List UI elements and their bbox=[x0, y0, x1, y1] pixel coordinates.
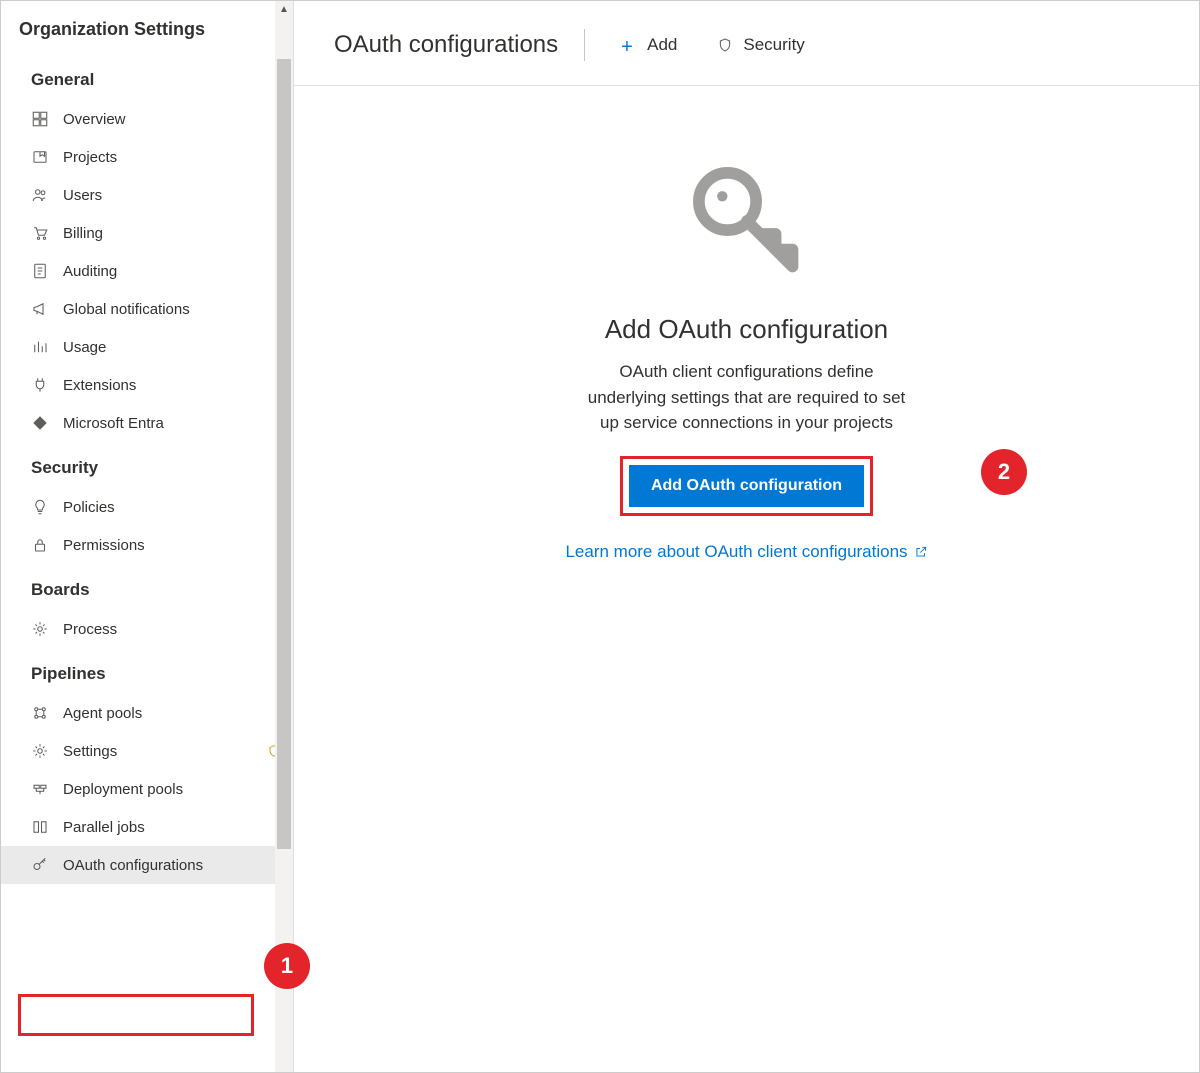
gear-icon bbox=[31, 742, 49, 760]
sidebar-item-settings[interactable]: Settings bbox=[1, 732, 293, 770]
external-link-icon bbox=[914, 545, 928, 559]
users-icon bbox=[31, 186, 49, 204]
security-label: Security bbox=[743, 35, 804, 55]
section-header-security: Security bbox=[1, 442, 293, 488]
entra-icon bbox=[31, 414, 49, 432]
sidebar-scroll[interactable]: General Overview Projects Users bbox=[1, 54, 293, 1072]
parallel-icon bbox=[31, 818, 49, 836]
sidebar-item-billing[interactable]: Billing bbox=[1, 214, 293, 252]
nav-label: Settings bbox=[63, 743, 269, 760]
key-icon bbox=[31, 856, 49, 874]
annotation-box-2: Add OAuth configuration bbox=[620, 456, 873, 516]
deployment-icon bbox=[31, 780, 49, 798]
sidebar-item-parallel-jobs[interactable]: Parallel jobs bbox=[1, 808, 293, 846]
sidebar-item-projects[interactable]: Projects bbox=[1, 138, 293, 176]
sidebar-item-oauth-configurations[interactable]: OAuth configurations bbox=[1, 846, 293, 884]
nav-label: Policies bbox=[63, 499, 281, 516]
sidebar-item-deployment-pools[interactable]: Deployment pools bbox=[1, 770, 293, 808]
sidebar: ▲ Organization Settings General Overview… bbox=[1, 1, 294, 1072]
sidebar-item-policies[interactable]: Policies bbox=[1, 488, 293, 526]
nav-label: Global notifications bbox=[63, 301, 281, 318]
scrollbar-track[interactable] bbox=[275, 19, 293, 1072]
chart-icon bbox=[31, 338, 49, 356]
projects-icon bbox=[31, 148, 49, 166]
page-title: OAuth configurations bbox=[334, 31, 558, 59]
nav-label: Process bbox=[63, 621, 281, 638]
sidebar-item-global-notifications[interactable]: Global notifications bbox=[1, 290, 293, 328]
sidebar-item-users[interactable]: Users bbox=[1, 176, 293, 214]
add-button[interactable]: + Add bbox=[611, 31, 687, 59]
section-header-general: General bbox=[1, 54, 293, 100]
sidebar-item-usage[interactable]: Usage bbox=[1, 328, 293, 366]
security-button[interactable]: Security bbox=[707, 31, 814, 59]
key-illustration-icon bbox=[682, 156, 812, 286]
nav-label: Billing bbox=[63, 225, 281, 242]
empty-state-description: OAuth client configurations define under… bbox=[582, 359, 912, 436]
nav-label: Parallel jobs bbox=[63, 819, 281, 836]
shield-icon bbox=[717, 37, 733, 53]
scroll-up-button[interactable]: ▲ bbox=[275, 1, 293, 19]
empty-state: Add OAuth configuration OAuth client con… bbox=[294, 86, 1199, 562]
cart-icon bbox=[31, 224, 49, 242]
plug-icon bbox=[31, 376, 49, 394]
sidebar-item-permissions[interactable]: Permissions bbox=[1, 526, 293, 564]
nav-label: Overview bbox=[63, 111, 281, 128]
nav-label: Deployment pools bbox=[63, 781, 281, 798]
callout-badge-1: 1 bbox=[264, 943, 310, 989]
main-content: OAuth configurations + Add Security bbox=[294, 1, 1199, 1072]
separator bbox=[584, 29, 585, 61]
add-oauth-configuration-button[interactable]: Add OAuth configuration bbox=[629, 465, 864, 507]
agent-pools-icon bbox=[31, 704, 49, 722]
empty-state-title: Add OAuth configuration bbox=[605, 314, 888, 345]
page-header: OAuth configurations + Add Security bbox=[294, 1, 1199, 86]
section-header-pipelines: Pipelines bbox=[1, 648, 293, 694]
sidebar-item-agent-pools[interactable]: Agent pools bbox=[1, 694, 293, 732]
megaphone-icon bbox=[31, 300, 49, 318]
sidebar-item-auditing[interactable]: Auditing bbox=[1, 252, 293, 290]
sidebar-item-overview[interactable]: Overview bbox=[1, 100, 293, 138]
nav-label: Usage bbox=[63, 339, 281, 356]
nav-label: Projects bbox=[63, 149, 281, 166]
sidebar-item-process[interactable]: Process bbox=[1, 610, 293, 648]
bulb-icon bbox=[31, 498, 49, 516]
auditing-icon bbox=[31, 262, 49, 280]
nav-label: Agent pools bbox=[63, 705, 281, 722]
nav-label: OAuth configurations bbox=[63, 857, 281, 874]
process-icon bbox=[31, 620, 49, 638]
nav-label: Users bbox=[63, 187, 281, 204]
learn-more-link[interactable]: Learn more about OAuth client configurat… bbox=[565, 542, 927, 562]
add-label: Add bbox=[647, 35, 677, 55]
lock-icon bbox=[31, 536, 49, 554]
nav-label: Microsoft Entra bbox=[63, 415, 281, 432]
callout-badge-2: 2 bbox=[981, 449, 1027, 495]
section-header-boards: Boards bbox=[1, 564, 293, 610]
learn-more-text: Learn more about OAuth client configurat… bbox=[565, 542, 907, 562]
grid-icon bbox=[31, 110, 49, 128]
nav-label: Auditing bbox=[63, 263, 281, 280]
sidebar-title: Organization Settings bbox=[1, 1, 293, 54]
nav-label: Permissions bbox=[63, 537, 281, 554]
scrollbar-thumb[interactable] bbox=[277, 59, 291, 849]
nav-label: Extensions bbox=[63, 377, 281, 394]
sidebar-item-microsoft-entra[interactable]: Microsoft Entra bbox=[1, 404, 293, 442]
sidebar-item-extensions[interactable]: Extensions bbox=[1, 366, 293, 404]
plus-icon: + bbox=[621, 37, 637, 53]
